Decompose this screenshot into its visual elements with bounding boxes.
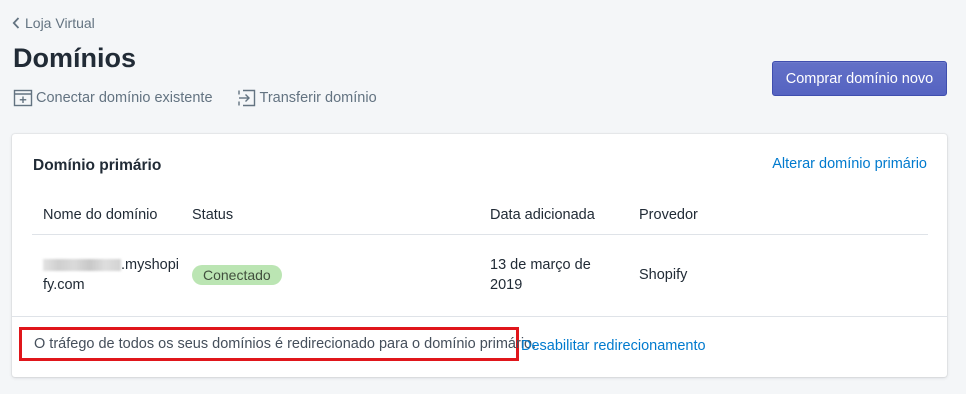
column-header-date-added: Data adicionada [479, 196, 628, 235]
buy-domain-button[interactable]: Comprar domínio novo [772, 61, 947, 96]
redirect-notice: O tráfego de todos os seus domínios é re… [19, 327, 536, 361]
table-header-row: Nome do domínio Status Data adicionada P… [32, 196, 928, 235]
breadcrumb-label: Loja Virtual [25, 15, 95, 31]
card-title: Domínio primário [33, 157, 162, 174]
column-header-status: Status [181, 196, 479, 235]
domain-suffix-continued: fy.com [43, 277, 85, 293]
redacted-store-name [43, 259, 121, 272]
provider-cell: Shopify [639, 267, 688, 283]
disable-redirect-link[interactable]: Desabilitar redirecionamento [521, 338, 706, 354]
page-title: Domínios [13, 43, 137, 73]
chevron-left-icon [12, 17, 20, 29]
breadcrumb[interactable]: Loja Virtual [12, 15, 95, 31]
domain-name-cell: .myshopi fy.com [32, 235, 181, 316]
date-added-line-2: 2019 [490, 277, 523, 293]
transfer-domain-action[interactable]: Transferir domínio [237, 88, 377, 108]
date-added-line-1: 13 de março de [490, 257, 591, 273]
table-row: .myshopi fy.com Conectado 13 de março de… [32, 235, 928, 316]
domains-table: Nome do domínio Status Data adicionada P… [32, 196, 928, 315]
browser-add-icon [13, 89, 33, 107]
column-header-domain-name: Nome do domínio [32, 196, 181, 235]
status-badge: Conectado [192, 264, 282, 285]
page-actions: Conectar domínio existente Transferir do… [13, 88, 401, 108]
connect-domain-label: Conectar domínio existente [36, 90, 213, 106]
domain-suffix: .myshopi [121, 257, 180, 273]
card-footer: O tráfego de todos os seus domínios é re… [12, 316, 947, 378]
transfer-domain-label: Transferir domínio [259, 90, 377, 106]
column-header-provider: Provedor [628, 196, 928, 235]
connect-domain-action[interactable]: Conectar domínio existente [13, 88, 213, 108]
status-cell: Conectado [181, 235, 479, 316]
date-added-cell: 13 de março de 2019 [479, 235, 628, 316]
domains-page: Loja Virtual Domínios Conectar domínio e… [0, 0, 966, 394]
primary-domain-card: Domínio primário Alterar domínio primári… [12, 134, 947, 377]
change-primary-domain-link[interactable]: Alterar domínio primário [772, 156, 927, 172]
transfer-icon [237, 89, 255, 107]
